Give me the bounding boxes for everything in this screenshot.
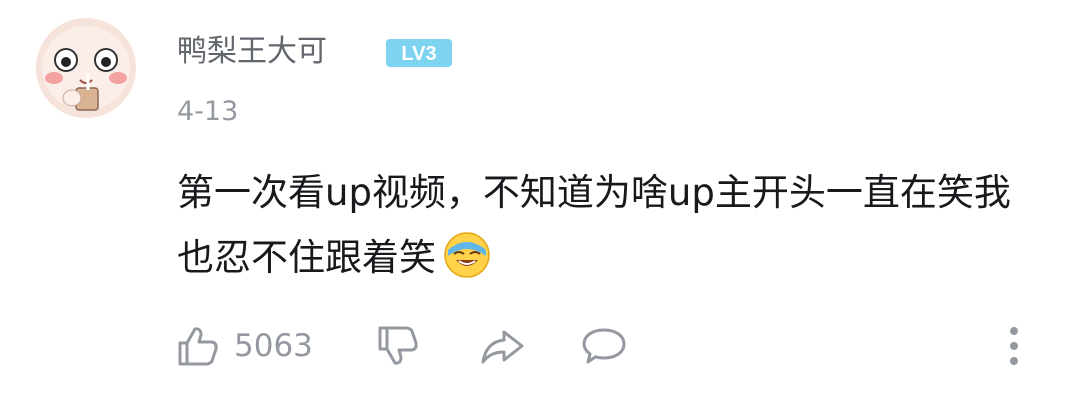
share-icon — [481, 330, 524, 364]
level-badge: LV3 — [385, 38, 453, 68]
thumbs-up-icon — [178, 327, 218, 366]
share-button[interactable] — [478, 320, 526, 372]
like-button[interactable]: 5063 — [174, 320, 313, 372]
more-button[interactable] — [1000, 323, 1028, 369]
dislike-button[interactable] — [374, 320, 422, 372]
avatar-face-icon — [36, 18, 136, 118]
laughing-emoji — [442, 230, 492, 280]
more-vertical-icon — [1010, 327, 1018, 365]
level-badge-text: LV3 — [401, 43, 436, 65]
avatar[interactable] — [36, 18, 136, 118]
comment-text: 第一次看up视频，不知道为啥up主开头一直在笑我也忍不住跟着笑 — [177, 160, 1037, 290]
reply-button[interactable] — [580, 320, 628, 372]
comment-date: 4-13 — [177, 96, 239, 127]
comment-text-body: 第一次看up视频，不知道为啥up主开头一直在笑我也忍不住跟着笑 — [177, 171, 1011, 279]
like-count: 5063 — [234, 328, 313, 364]
reply-icon — [582, 328, 626, 364]
thumbs-down-icon — [378, 326, 418, 365]
username[interactable]: 鸭梨王大可 — [177, 30, 327, 74]
